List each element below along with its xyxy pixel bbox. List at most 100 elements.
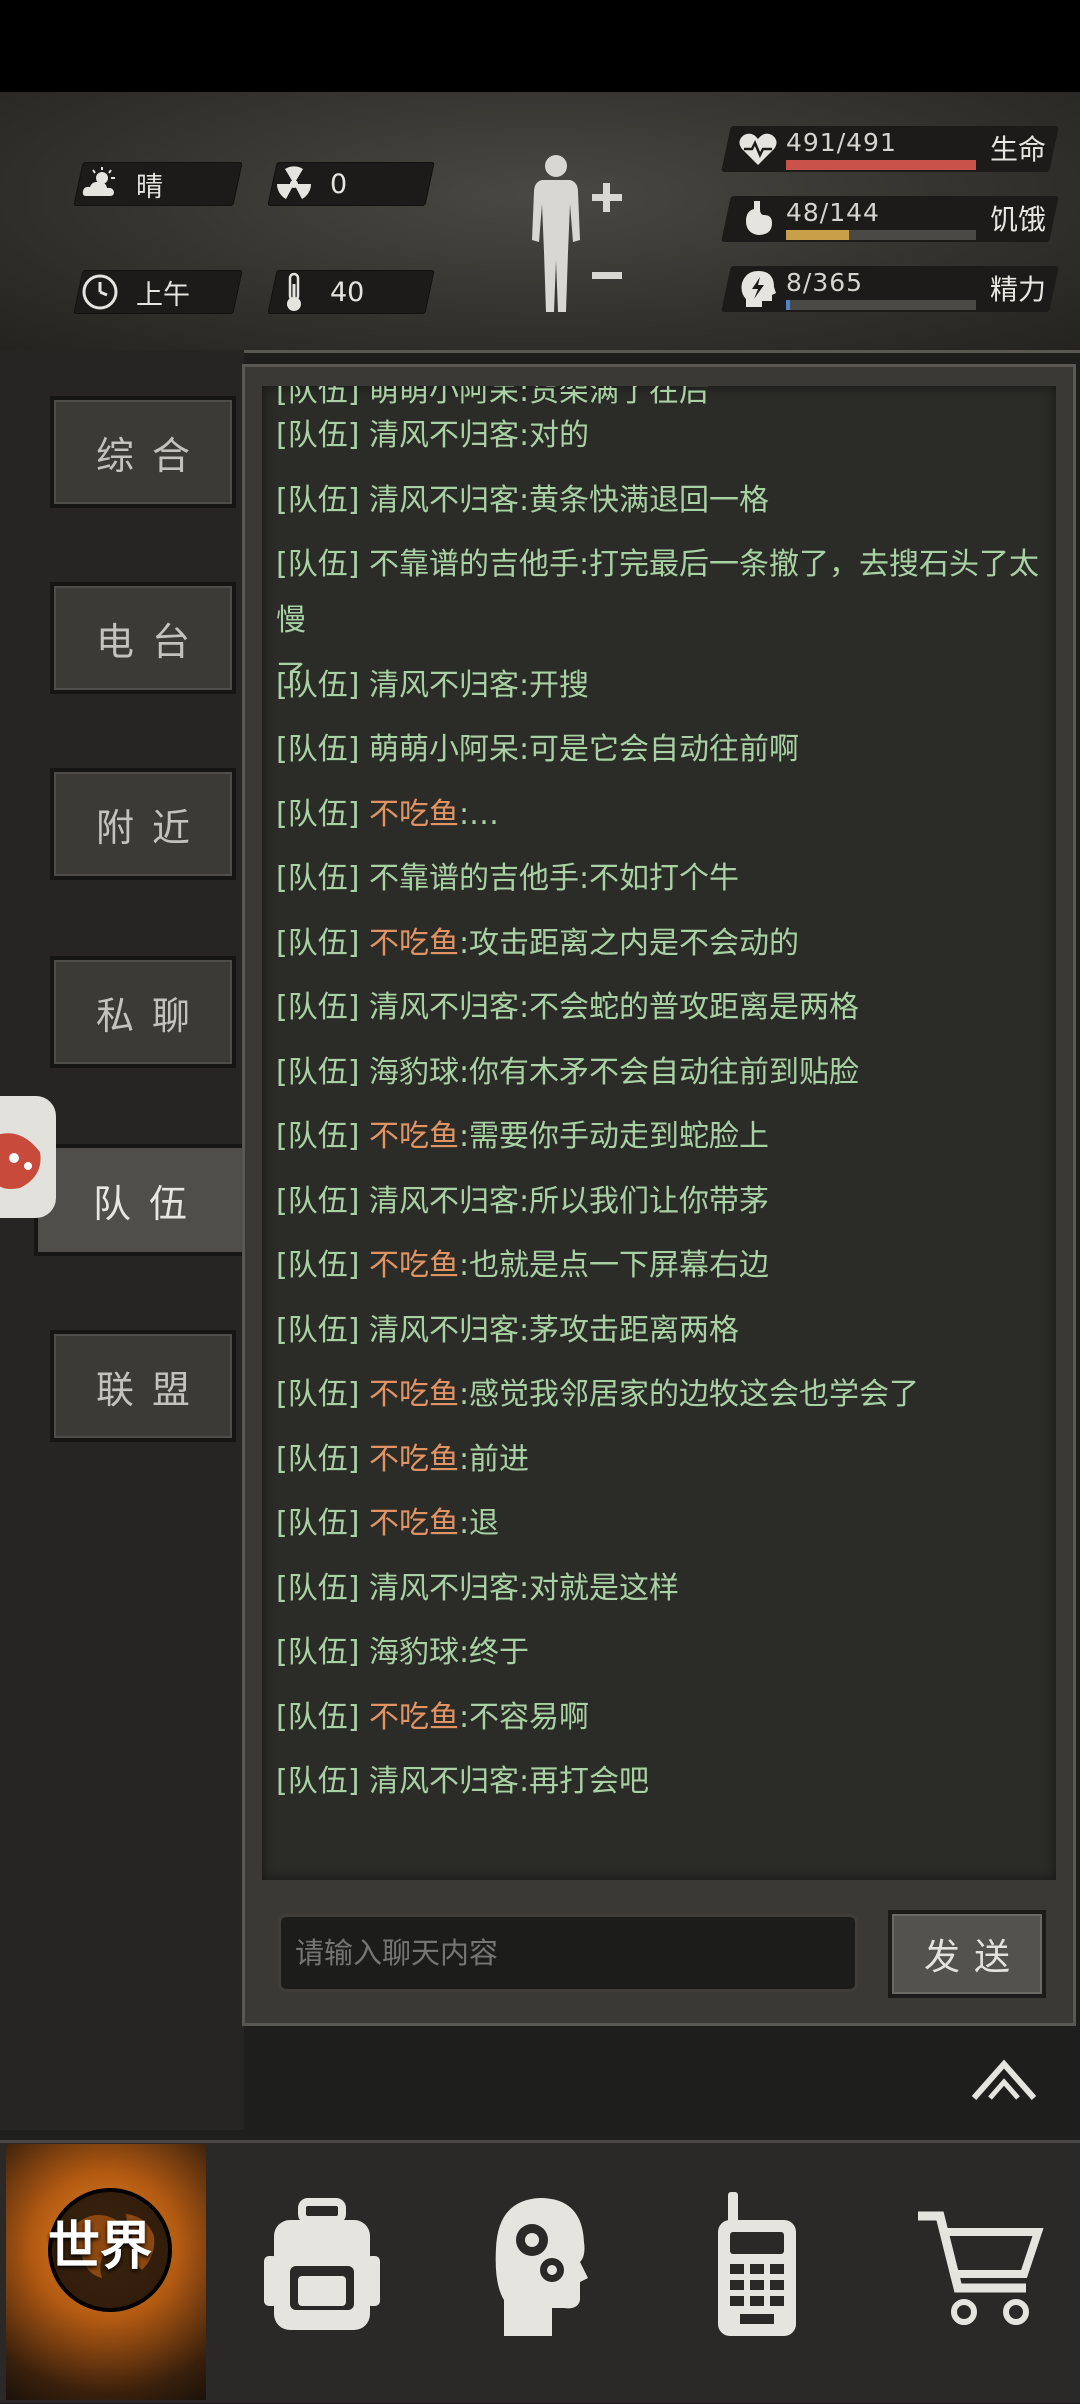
stomach-icon [738,199,778,239]
chat-message: [队伍] 不吃鱼:退 [276,1496,1046,1552]
nav-radio-tab[interactable] [712,2190,802,2340]
chat-message: [队伍] 不吃鱼:也就是点一下屏幕右边 [276,1238,1046,1294]
shop-cart-icon [918,2211,1044,2325]
message-channel: [队伍] [276,1506,369,1541]
message-text: :你有木矛不会自动往前到贴脸 [458,1054,860,1090]
time-indicator: 上午 [73,270,243,314]
time-text: 上午 [136,279,190,311]
chat-message: [队伍] 不吃鱼:不容易啊 [276,1690,1046,1746]
message-sender[interactable]: 萌萌小阿呆 [369,732,519,767]
message-sender[interactable]: 不吃鱼 [369,1377,459,1412]
stat-bar [786,300,976,310]
temperature-value: 40 [330,276,365,308]
collapse-button[interactable] [968,2050,1040,2110]
message-sender[interactable]: 海豹球 [369,1635,459,1670]
radiation-icon [272,162,316,206]
chat-message: [队伍] 清风不归客:黄条快满退回一格 [276,473,1046,529]
energy-head-icon [738,269,778,309]
character-status-button[interactable] [520,152,630,322]
message-channel: [队伍] [276,1635,369,1670]
nav-skills-tab[interactable] [490,2192,590,2342]
message-sender[interactable]: 不吃鱼 [369,1248,459,1283]
message-text: :攻击距离之内是不会动的 [458,925,800,961]
message-sender[interactable]: 不靠谱的吉他手 [369,547,579,582]
thermometer-icon [272,270,316,314]
nav-backpack-tab[interactable] [262,2196,382,2336]
message-sender[interactable]: 不吃鱼 [369,1506,459,1541]
message-channel: [队伍] [276,1441,369,1477]
message-text: :茅攻击距离两格 [518,1312,740,1348]
message-channel: [队伍] [276,925,369,961]
stat-bar-fill [786,300,791,310]
message-channel: [队伍] [276,1312,369,1348]
message-sender[interactable]: 不吃鱼 [369,1700,459,1735]
chat-message: [队伍] 不吃鱼:前进 [276,1432,1046,1488]
radiation-value: 0 [330,168,348,200]
stat-name: 饥饿 [989,203,1046,236]
backpack-icon [264,2198,380,2330]
message-sender[interactable]: 不吃鱼 [369,926,459,961]
message-text: :退 [458,1506,500,1541]
message-text: :可是它会自动往前啊 [518,732,800,767]
message-channel: [队伍] [276,861,369,896]
nav-world-label: 世界 [47,2217,152,2277]
chat-message: [队伍] 不吃鱼:… [276,787,1046,843]
message-text: :不容易啊 [458,1699,590,1735]
message-sender[interactable]: 清风不归客 [369,418,519,453]
message-text: :黄条快满退回一格 [518,482,770,518]
message-sender[interactable]: 清风不归客 [369,1764,519,1799]
message-text: :对的 [518,418,590,453]
walkie-talkie-icon [718,2192,796,2336]
message-sender[interactable]: 不吃鱼 [369,1442,459,1477]
chat-message-list[interactable]: [队伍] 萌萌小阿呆:货架满了在后 [队伍] 清风不归客:对的 [队伍] 清风不归… [262,386,1056,1880]
message-channel: [队伍] [276,418,369,453]
message-sender[interactable]: 不吃鱼 [369,1119,459,1154]
weather-indicator: 晴 [73,162,243,206]
chat-message: [队伍] 不靠谱的吉他手:不如打个牛 [276,851,1046,907]
message-text: :… [458,796,500,832]
message-sender[interactable]: 海豹球 [369,1055,459,1090]
message-sender[interactable]: 不吃鱼 [369,797,459,832]
message-channel: [队伍] [276,1570,369,1606]
message-sender[interactable]: 清风不归客 [369,668,519,703]
stat-bar [786,230,976,240]
stat-2: 8/365 精力 [721,266,1059,312]
tab-2[interactable]: 附近 [50,768,236,880]
message-sender[interactable]: 清风不归客 [369,1313,519,1348]
chat-input[interactable] [278,1914,858,1992]
stat-bar-fill [786,160,976,170]
nav-shop-tab[interactable] [914,2202,1044,2332]
message-sender[interactable]: 清风不归客 [369,990,519,1025]
chat-message: [队伍] 萌萌小阿呆:可是它会自动往前啊 [276,722,1046,778]
skills-head-icon [495,2198,588,2336]
chat-message: [队伍] 清风不归客:对就是这样 [276,1561,1046,1617]
message-channel: [队伍] [276,1377,369,1412]
tab-0[interactable]: 综合 [50,396,236,508]
stat-bar [786,160,976,170]
message-sender[interactable]: 清风不归客 [369,1184,519,1219]
chat-message: [队伍] 清风不归客:开搜 [276,658,1046,714]
stat-value: 491/491 [786,128,897,157]
send-button[interactable]: 发送 [888,1910,1046,1998]
weather-text: 晴 [136,171,163,203]
tab-3[interactable]: 私聊 [50,956,236,1068]
message-text: :再打会吧 [518,1764,650,1799]
message-channel: [队伍] [276,1119,369,1154]
message-sender[interactable]: 清风不归客 [369,483,519,518]
message-channel: [队伍] [276,990,369,1025]
message-text: :不会蛇的普攻距离是两格 [518,990,860,1025]
tab-1[interactable]: 电台 [50,582,236,694]
tab-5[interactable]: 联盟 [50,1330,236,1442]
chat-message: [队伍] 海豹球:终于 [276,1625,1046,1681]
heart-pulse-icon [738,129,778,169]
clock-icon [78,270,122,314]
tab-4[interactable]: 队伍 [34,1144,246,1256]
message-channel: [队伍] [276,1054,369,1090]
message-text: :不如打个牛 [578,861,740,896]
message-sender[interactable]: 清风不归客 [369,1571,519,1606]
body-figure-icon [532,155,622,312]
message-text: :前进 [458,1441,530,1477]
chat-message: [队伍] 清风不归客:不会蛇的普攻距离是两格 [276,980,1046,1036]
floating-assistant-button[interactable] [0,1096,56,1218]
message-sender[interactable]: 不靠谱的吉他手 [369,861,579,896]
